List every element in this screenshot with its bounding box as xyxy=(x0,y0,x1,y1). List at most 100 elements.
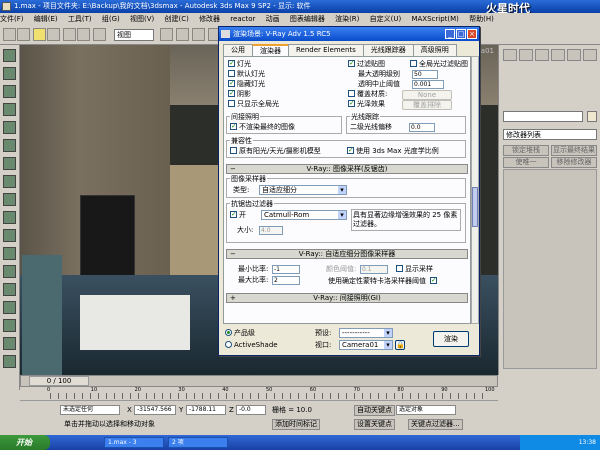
select-scale-icon[interactable] xyxy=(93,28,106,41)
tool-icon-18[interactable] xyxy=(3,355,16,368)
task-folder[interactable]: 2 项 xyxy=(168,437,228,448)
redo-icon[interactable] xyxy=(17,28,30,41)
maximize-icon[interactable]: □ xyxy=(456,29,466,39)
tool-icon-8[interactable] xyxy=(3,175,16,188)
snap-toggle-icon[interactable] xyxy=(192,28,205,41)
tab-advanced-lighting[interactable]: 高级照明 xyxy=(412,44,457,56)
clr-thresh-spinner[interactable]: 0.1 xyxy=(360,265,388,274)
set-key-button[interactable]: 设置关键点 xyxy=(354,419,395,430)
lights-checkbox[interactable]: 灯光 xyxy=(228,59,251,69)
tab-render-elements[interactable]: Render Elements xyxy=(288,44,364,56)
override-exclude-button[interactable]: 覆盖排除 xyxy=(402,100,452,110)
menu-customize[interactable]: 自定义(U) xyxy=(370,15,402,23)
aa-on-checkbox[interactable]: 开 xyxy=(230,210,246,220)
tool-icon-17[interactable] xyxy=(3,337,16,350)
show-end-result-button[interactable]: 显示最终结果 xyxy=(551,145,597,156)
tool-icon-6[interactable] xyxy=(3,139,16,152)
object-name-field[interactable] xyxy=(503,111,583,122)
undo-icon[interactable] xyxy=(3,28,16,41)
menu-graph-editors[interactable]: 图表编辑器 xyxy=(290,15,325,23)
show-gi-only-checkbox[interactable]: 只显示全局光 xyxy=(228,100,279,109)
modify-tab-icon[interactable] xyxy=(519,49,533,61)
make-unique-button[interactable]: 使唯一 xyxy=(503,157,549,168)
tool-icon-10[interactable] xyxy=(3,211,16,224)
show-samples-checkbox[interactable]: 显示采样 xyxy=(396,265,433,274)
default-lights-checkbox[interactable]: 默认灯光 xyxy=(228,70,265,79)
menu-group[interactable]: 组(G) xyxy=(102,15,120,23)
menu-reactor[interactable]: reactor xyxy=(230,15,255,23)
menu-edit[interactable]: 编辑(E) xyxy=(34,15,58,23)
tool-icon-12[interactable] xyxy=(3,247,16,260)
dialog-scrollbar[interactable] xyxy=(471,56,479,324)
menu-maxscript[interactable]: MAXScript(M) xyxy=(411,15,458,23)
track-bar[interactable]: 0 10 20 30 40 50 60 70 80 90 100 xyxy=(20,387,498,401)
menu-create[interactable]: 创建(C) xyxy=(164,15,188,23)
filter-maps-checkbox[interactable]: 过滤贴图 xyxy=(348,59,385,69)
filter-gi-checkbox[interactable]: 全局光过滤贴图 xyxy=(410,60,468,69)
object-color-swatch[interactable] xyxy=(587,111,597,122)
key-filters-button[interactable]: 关键点过滤器... xyxy=(408,419,463,430)
use-photometric-scale-checkbox[interactable]: 使用 3ds Max 光度学比例 xyxy=(347,146,439,156)
frame-counter[interactable]: 0 / 100 xyxy=(29,376,89,386)
tool-icon-1[interactable] xyxy=(3,49,16,62)
production-radio[interactable]: 产品级 xyxy=(225,329,255,338)
tool-icon-13[interactable] xyxy=(3,265,16,278)
sampler-type-dropdown[interactable]: 自适应细分 xyxy=(259,185,347,195)
add-time-tag-button[interactable]: 添加时间标记 xyxy=(272,419,320,430)
menu-tools[interactable]: 工具(T) xyxy=(68,15,92,23)
pivot-icon[interactable] xyxy=(160,28,173,41)
aa-filter-dropdown[interactable]: Catmull-Rom xyxy=(261,210,347,220)
menu-animation[interactable]: 动画 xyxy=(266,15,280,23)
select-object-icon[interactable] xyxy=(33,28,46,41)
modifier-list-dropdown[interactable]: 修改器列表 xyxy=(503,129,597,140)
tool-icon-2[interactable] xyxy=(3,67,16,80)
tool-icon-3[interactable] xyxy=(3,85,16,98)
adaptive-subdivision-rollout[interactable]: − V-Ray:: 自适应细分图像采样器 xyxy=(226,249,468,259)
preset-dropdown[interactable]: ----------- xyxy=(339,328,393,338)
render-button[interactable]: 渲染 xyxy=(433,331,469,347)
scrollbar-thumb[interactable] xyxy=(472,187,478,227)
lock-stack-button[interactable]: 锁定堆栈 xyxy=(503,145,549,156)
max-transp-spinner[interactable]: 50 xyxy=(412,70,438,79)
gi-rollout[interactable]: + V-Ray:: 间接照明(GI) xyxy=(226,293,468,303)
viewport-dropdown[interactable]: Camera01 xyxy=(339,340,393,350)
max-rate-spinner[interactable]: 2 xyxy=(272,276,300,285)
tool-icon-9[interactable] xyxy=(3,193,16,206)
legacy-models-checkbox[interactable]: 原有阳光/天光/摄影机模型 xyxy=(230,147,321,156)
z-coord-field[interactable]: -0.0 xyxy=(236,405,266,415)
menu-rendering[interactable]: 渲染(R) xyxy=(335,15,359,23)
selected-dropdown[interactable]: 选定对象 xyxy=(396,405,456,415)
x-coord-field[interactable]: -31547.566 xyxy=(134,405,176,415)
utilities-tab-icon[interactable] xyxy=(583,49,597,61)
start-button[interactable]: 开始 xyxy=(0,435,50,450)
select-rotate-icon[interactable] xyxy=(77,28,90,41)
display-tab-icon[interactable] xyxy=(567,49,581,61)
glossy-effects-checkbox[interactable]: 光泽效果 xyxy=(348,99,385,109)
menu-modifiers[interactable]: 修改器 xyxy=(199,15,220,23)
use-dmc-threshold-checkbox[interactable]: 使用确定性蒙特卡洛采样器阈值 xyxy=(328,276,439,286)
select-move-icon[interactable] xyxy=(63,28,76,41)
reference-coordinate-dropdown[interactable]: 视图 xyxy=(114,29,154,41)
y-coord-field[interactable]: -1788.11 xyxy=(186,405,226,415)
modifier-stack-area[interactable] xyxy=(503,169,597,369)
min-rate-spinner[interactable]: -1 xyxy=(272,265,300,274)
aa-size-spinner[interactable]: 4.0 xyxy=(259,226,283,235)
tool-icon-14[interactable] xyxy=(3,283,16,296)
tab-common[interactable]: 公用 xyxy=(223,44,253,56)
tool-icon-5[interactable] xyxy=(3,121,16,134)
tab-raytracer[interactable]: 光线跟踪器 xyxy=(362,44,414,56)
tool-icon-7[interactable] xyxy=(3,157,16,170)
tool-icon-16[interactable] xyxy=(3,319,16,332)
menu-views[interactable]: 视图(V) xyxy=(130,15,154,23)
minimize-icon[interactable]: _ xyxy=(445,29,455,39)
menu-help[interactable]: 帮助(H) xyxy=(469,15,494,23)
select-manipulate-icon[interactable] xyxy=(176,28,189,41)
override-mtl-checkbox[interactable]: 覆盖材质: xyxy=(348,90,387,99)
motion-tab-icon[interactable] xyxy=(551,49,565,61)
dont-render-final-checkbox[interactable]: 不渲染最终的图像 xyxy=(230,122,295,132)
activeshade-radio[interactable]: ActiveShade xyxy=(225,341,278,350)
menu-file[interactable]: 文件(F) xyxy=(0,15,24,23)
lock-icon[interactable]: 🔒 xyxy=(395,340,405,350)
shadows-checkbox[interactable]: 阴影 xyxy=(228,89,251,99)
hierarchy-tab-icon[interactable] xyxy=(535,49,549,61)
